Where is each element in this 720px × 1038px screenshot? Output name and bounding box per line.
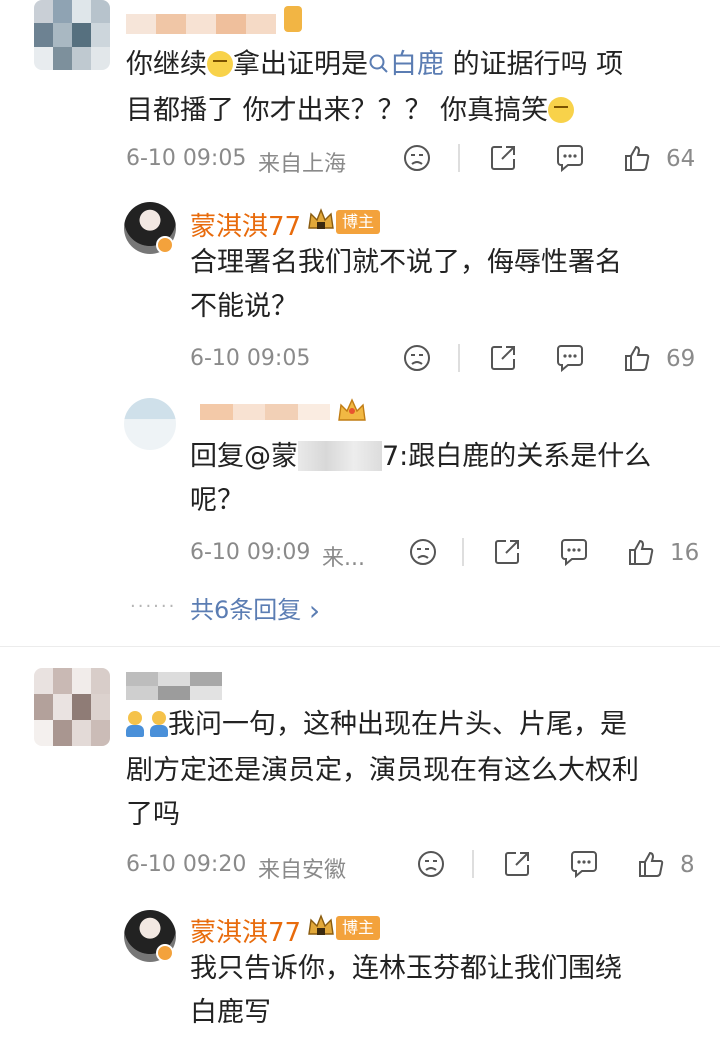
comment-location: 来自上海 [258, 152, 347, 177]
share-icon[interactable] [488, 143, 518, 173]
separator [462, 538, 464, 566]
like-count: 16 [670, 540, 700, 566]
comment-text: 你继续 拿出证明是 白鹿 的证据行吗 项 [126, 49, 624, 80]
emoji-icon [126, 711, 144, 737]
separator [458, 344, 460, 372]
verified-icon [156, 944, 174, 962]
like-count: 69 [666, 346, 696, 372]
replier-avatar[interactable] [124, 398, 176, 450]
like-icon[interactable] [622, 343, 652, 373]
reply-text: 合理署名我们就不说了，侮辱性署名 [190, 247, 622, 278]
comment-icon[interactable] [554, 143, 586, 173]
comment-text-line2: 剧方定还是演员定，演员现在有这么大权利 [126, 755, 639, 786]
verified-icon [156, 236, 174, 254]
crown-icon [306, 912, 336, 944]
dislike-icon[interactable] [402, 143, 432, 173]
blurred-mention [298, 441, 382, 471]
reply-text: 回复@蒙 7:跟白鹿的关系是什么 [190, 441, 652, 472]
like-count: 8 [680, 852, 695, 878]
reply-text-line2: 白鹿写 [190, 997, 271, 1028]
thread-divider [0, 646, 720, 647]
chevron-right-icon: › [308, 594, 321, 627]
emoji-icon [207, 51, 233, 77]
like-icon[interactable] [622, 143, 652, 173]
reply-time: 6-10 09:05 [190, 346, 311, 371]
separator [458, 144, 460, 172]
crown-icon [336, 396, 368, 430]
comment-icon[interactable] [554, 343, 586, 373]
dislike-icon[interactable] [402, 343, 432, 373]
more-replies-dots: ······ [130, 596, 177, 617]
reply-text: 我只告诉你，连林玉芬都让我们围绕 [190, 953, 622, 984]
comment-time: 6-10 09:05 [126, 146, 247, 171]
dislike-icon[interactable] [408, 537, 438, 567]
blurred-username [126, 672, 222, 700]
comment-text-line2: 目都播了 你才出来？？？ 你真搞笑 [126, 88, 575, 134]
share-icon[interactable] [492, 537, 522, 567]
reply-location: 来... [322, 546, 365, 571]
comment-icon[interactable] [568, 849, 600, 879]
comment-icon[interactable] [558, 537, 590, 567]
search-icon [369, 54, 388, 73]
commenter-avatar[interactable] [34, 0, 110, 70]
view-more-replies[interactable]: 共6条回复 › [190, 590, 320, 627]
like-icon[interactable] [636, 849, 666, 879]
vip-badge-icon [284, 6, 302, 32]
crown-icon [306, 206, 336, 238]
comment-time: 6-10 09:20 [126, 852, 247, 877]
reply-text-line2: 呢？ [190, 485, 244, 516]
blogger-tag: 博主 [336, 916, 381, 940]
like-count: 64 [666, 146, 696, 172]
reply-username[interactable]: 蒙淇淇77 [190, 912, 301, 949]
comment-text-line3: 了吗 [126, 799, 180, 830]
topic-link[interactable]: 白鹿 [368, 49, 444, 80]
blogger-tag: 博主 [336, 210, 381, 234]
reply-time: 6-10 09:09 [190, 540, 311, 565]
share-icon[interactable] [502, 849, 532, 879]
emoji-icon [548, 97, 575, 123]
reply-username[interactable]: 蒙淇淇77 [190, 206, 301, 243]
emoji-icon [150, 711, 168, 737]
share-icon[interactable] [488, 343, 518, 373]
commenter-avatar[interactable] [34, 668, 110, 746]
blurred-username [200, 404, 330, 420]
blurred-username [126, 14, 276, 34]
separator [472, 850, 474, 878]
comment-text: 我问一句，这种出现在片头、片尾，是 [126, 702, 627, 748]
comment-location: 来自安徽 [258, 858, 347, 883]
dislike-icon[interactable] [416, 849, 446, 879]
like-icon[interactable] [626, 537, 656, 567]
reply-text-line2: 不能说？ [190, 291, 298, 322]
